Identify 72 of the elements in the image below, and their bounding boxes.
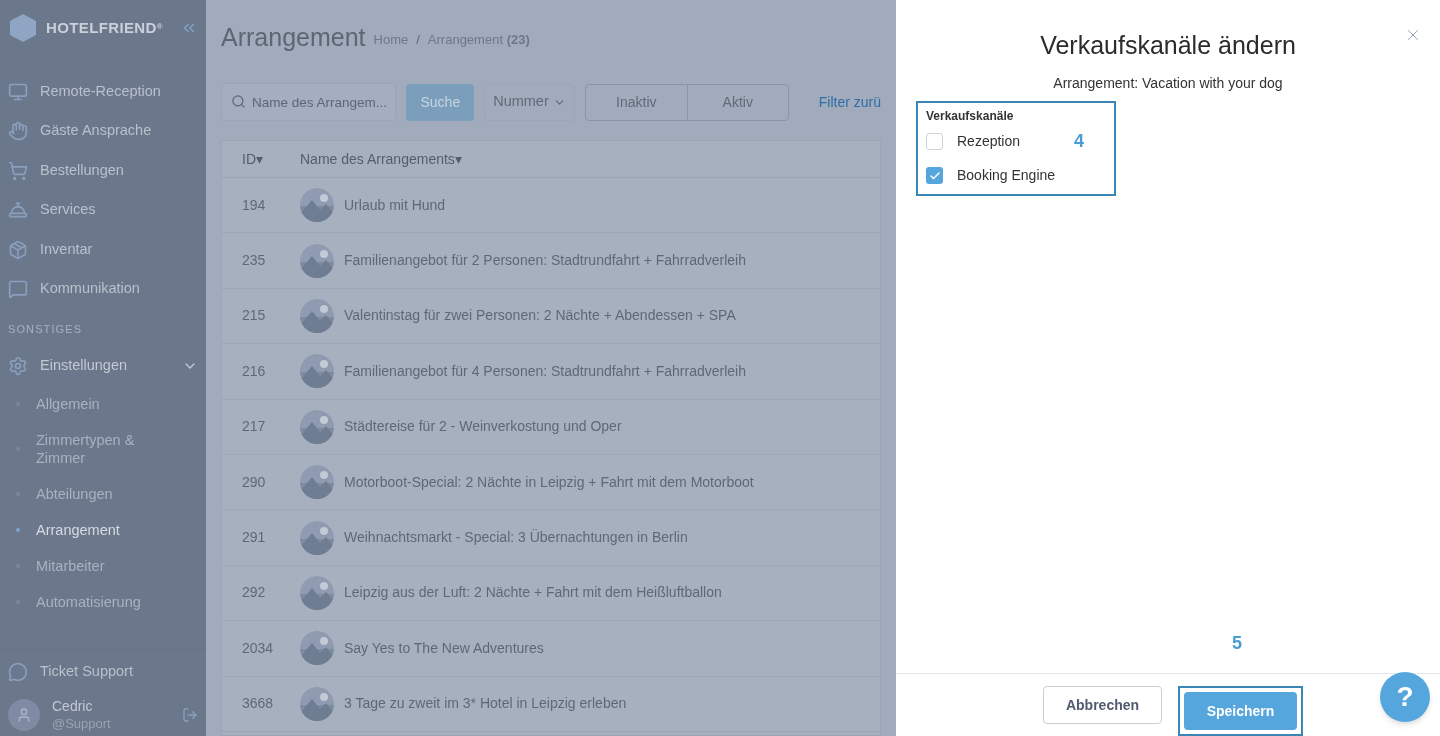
drawer-subtitle: Arrangement: Vacation with your dog	[1052, 73, 1284, 93]
section-label: SONSTIGES	[7, 322, 84, 337]
search-icon	[231, 94, 246, 109]
submenu-item[interactable]: Abteilungen	[0, 475, 206, 512]
reset-filter-link[interactable]: Filter zurü	[818, 91, 881, 113]
sidebar-item[interactable]: Inventar	[0, 230, 206, 270]
logo-icon	[8, 13, 38, 43]
table-cell-text: 217	[241, 417, 267, 437]
submenu-item[interactable]: Automatisierung	[0, 583, 206, 620]
box-icon	[8, 239, 28, 260]
table-cell-text: 216	[241, 361, 267, 381]
sidebar-item[interactable]: Kommunikation	[0, 269, 206, 309]
checkbox-label: Booking Engine	[957, 166, 1056, 185]
submenu-item[interactable]: Allgemein	[0, 385, 206, 422]
search-field[interactable]: Name des Arrangem...	[221, 83, 397, 121]
drawer-title: Verkaufskanäle ändern	[1040, 30, 1296, 61]
status-tab[interactable]: Inaktiv	[585, 84, 687, 120]
sidebar-item[interactable]: Ticket Support	[0, 650, 206, 694]
check-icon	[928, 169, 941, 182]
table-cell-text: 290	[241, 472, 267, 492]
avatar	[8, 699, 40, 731]
checkbox-label: Rezeption	[957, 132, 1021, 151]
hand-icon	[8, 121, 28, 142]
table-cell-text: Familienangebot für 4 Personen: Stadtrundfahrt + Fahrradverleih	[344, 361, 746, 381]
submenu-item[interactable]: Zimmertypen & Zimmer	[0, 421, 206, 476]
table-cell-text: 215	[241, 306, 267, 326]
logo-text: HOTELFRIEND$^{®}$	[46, 17, 164, 38]
table-cell-text: 3668	[241, 694, 275, 714]
table-cell-text: Städtereise für 2 - Weinverkostung und Oper	[344, 417, 622, 437]
table-cell-text: 291	[241, 528, 267, 548]
sidebar-item[interactable]: Services	[0, 190, 206, 230]
monitor-icon	[8, 81, 28, 102]
column-header[interactable]: ID▾	[222, 148, 300, 170]
sidebar-item[interactable]: Remote-Reception	[0, 72, 206, 112]
group-label: Verkaufskanäle	[926, 107, 1015, 125]
user-name: Cedric	[52, 697, 94, 715]
checkbox[interactable]	[926, 167, 943, 184]
cancel-button[interactable]: Abbrechen	[1043, 686, 1162, 724]
checkbox[interactable]	[926, 133, 943, 150]
sidebar-item[interactable]: Gäste Ansprache	[0, 111, 206, 151]
page-title: Arrangement	[221, 22, 366, 54]
save-button[interactable]: Speichern	[1184, 692, 1297, 730]
table-cell-text: 235	[241, 251, 267, 271]
table-cell-text: Leipzig aus der Luft: 2 Nächte + Fahrt mit dem Heißluftballon	[344, 583, 722, 603]
sidebar-item[interactable]: Einstellungen	[0, 345, 206, 386]
logout-icon[interactable]	[182, 707, 198, 723]
table-cell-text: Weihnachtsmarkt - Special: 3 Übernachtungen in Berlin	[344, 528, 688, 548]
table-cell-text: 292	[241, 583, 267, 603]
chat-icon	[8, 662, 28, 682]
table-cell-text: 2034	[241, 638, 275, 658]
submenu-item[interactable]: Mitarbeiter	[0, 547, 206, 584]
sort-dropdown[interactable]: Nummer	[484, 83, 575, 121]
table-cell-text: 194	[241, 195, 267, 215]
table-cell-text: Familienangebot für 2 Personen: Stadtrundfahrt + Fahrradverleih	[344, 251, 746, 271]
status-tab[interactable]: Aktiv	[686, 84, 788, 120]
search-button[interactable]: Suche	[406, 83, 475, 121]
annotation-number: 5	[1232, 632, 1243, 655]
chat-icon	[8, 279, 28, 300]
column-header[interactable]: Name des Arrangements▾	[300, 148, 462, 170]
table-cell-text: Urlaub mit Hund	[344, 195, 446, 215]
cart-icon	[8, 160, 28, 181]
breadcrumb-separator: /	[416, 31, 420, 50]
annotation-number: 4	[1074, 130, 1084, 153]
table-cell-text: Valentinstag für zwei Personen: 2 Nächte + Abendessen + SPA	[344, 306, 736, 326]
settings-icon	[8, 355, 28, 376]
submenu-item[interactable]: Arrangement	[0, 511, 206, 548]
table-cell-text: Motorboot-Special: 2 Nächte in Leipzig + Fahrt mit dem Motorboot	[344, 472, 754, 492]
table-cell-text: 3 Tage zu zweit im 3* Hotel in Leipzig erleben	[344, 694, 627, 714]
bell-icon	[8, 200, 28, 221]
sidebar-item[interactable]: Bestellungen	[0, 151, 206, 191]
table-cell-text: Say Yes to The New Adventures	[344, 638, 544, 658]
help-button[interactable]: ?	[1380, 672, 1430, 722]
